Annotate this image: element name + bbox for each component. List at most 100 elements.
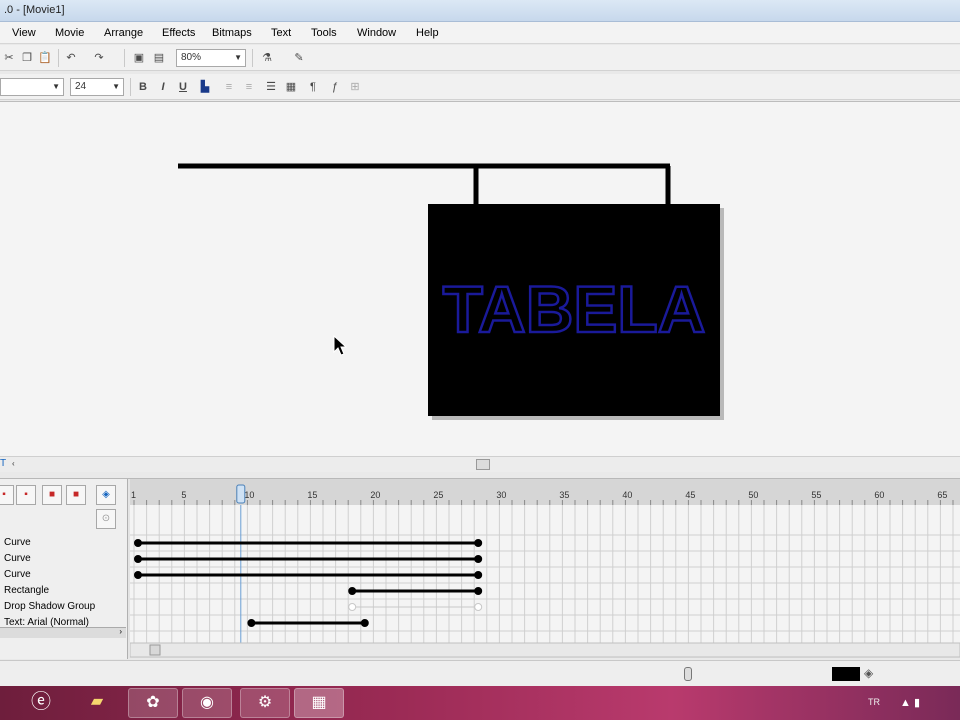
keyframe-start[interactable] [247, 619, 256, 627]
font-size-select[interactable]: 24 ▼ [70, 78, 124, 96]
layer-row[interactable]: Curve [0, 535, 128, 551]
align-left-icon[interactable]: ≡ [220, 78, 238, 96]
ruler-label: 10 [244, 490, 254, 500]
tray-icons[interactable]: ▲ ▮ [900, 696, 920, 709]
ruler-label: 30 [496, 490, 506, 500]
keyframe-start[interactable] [134, 539, 142, 547]
stage-canvas[interactable]: TABELA [0, 101, 960, 456]
text-color-icon[interactable]: ▙ [196, 78, 214, 96]
justify-icon[interactable]: ▦ [282, 78, 300, 96]
menu-effects[interactable]: Effects [162, 27, 195, 39]
paste-icon[interactable]: 📋 [36, 49, 54, 67]
menu-movie[interactable]: Movie [55, 27, 84, 39]
keyframe-end[interactable] [360, 619, 369, 627]
mouse-icon [684, 667, 692, 681]
export-icon[interactable]: ▤ [150, 49, 168, 67]
format-icon[interactable]: ƒ [326, 78, 344, 96]
menu-bitmaps[interactable]: Bitmaps [212, 27, 252, 39]
mouse-cursor-icon [333, 334, 348, 356]
redo-icon[interactable]: ↷ [90, 49, 108, 67]
cut-icon[interactable]: ✂ [0, 49, 18, 67]
tool-icon[interactable]: ✎ [290, 49, 308, 67]
ruler-label: 1 [131, 490, 136, 500]
menu-arrange[interactable]: Arrange [104, 27, 143, 39]
toolbar-separator [252, 49, 253, 67]
italic-button[interactable]: I [154, 78, 172, 96]
ruler-label: 50 [748, 490, 758, 500]
steam-icon[interactable]: ⚙ [240, 688, 290, 718]
menu-help[interactable]: Help [416, 27, 439, 39]
delete-layer-button[interactable]: ■ [66, 485, 86, 505]
playhead-handle[interactable] [236, 484, 246, 504]
chevron-left-icon[interactable]: ‹ [12, 459, 15, 468]
title-bar: .0 - [Movie1] [0, 0, 960, 22]
menu-window[interactable]: Window [357, 27, 396, 39]
chrome-icon[interactable]: ◉ [182, 688, 232, 718]
layer-options-button[interactable]: ⊙ [96, 509, 116, 529]
menu-bar: View Movie Arrange Effects Bitmaps Text … [0, 22, 960, 44]
ruler-label: 5 [181, 490, 186, 500]
keyframe-start[interactable] [348, 587, 357, 595]
timeline-panel: ▪ ▪ ■ ■ ◈ ⊙ Curve Curve Curve Rectangle … [0, 478, 960, 659]
list-icon[interactable]: ☰ [262, 78, 280, 96]
add-layer-button[interactable]: ■ [42, 485, 62, 505]
layer-list: ▪ ▪ ■ ■ ◈ ⊙ Curve Curve Curve Rectangle … [0, 479, 128, 659]
status-bar: ◈ [0, 660, 960, 686]
keyframe-end[interactable] [474, 603, 483, 611]
undo-icon[interactable]: ↶ [62, 49, 80, 67]
layer-properties-button[interactable]: ◈ [96, 485, 116, 505]
frame-area [130, 505, 960, 655]
toolbar-separator [58, 49, 59, 67]
keyframe-end[interactable] [474, 587, 483, 595]
layer-button[interactable]: ▪ [16, 485, 36, 505]
frame-scrollbar-thumb[interactable] [149, 644, 161, 656]
layer-name: Curve [4, 553, 31, 564]
ruler-label: 40 [622, 490, 632, 500]
keyframe-end[interactable] [474, 555, 483, 563]
horizontal-scrollbar-thumb[interactable] [476, 459, 490, 470]
frame-ruler[interactable] [130, 479, 960, 505]
font-name-select[interactable]: ▼ [0, 78, 64, 96]
ie-icon[interactable]: ⓔ [16, 688, 66, 718]
menu-text[interactable]: Text [271, 27, 291, 39]
language-indicator[interactable]: TR [868, 697, 880, 707]
swish-icon[interactable]: ▦ [294, 688, 344, 718]
keyframe-start[interactable] [134, 571, 142, 579]
layer-scrollbar[interactable]: › [0, 627, 126, 638]
copy-icon[interactable]: ❐ [18, 49, 36, 67]
layer-button[interactable]: ▪ [0, 485, 14, 505]
window-title: .0 - [Movie1] [4, 4, 65, 16]
bold-button[interactable]: B [134, 78, 152, 96]
paragraph-icon[interactable]: ¶ [304, 78, 322, 96]
layer-row[interactable]: Text: Arial (Normal) [0, 615, 128, 627]
layer-row[interactable]: Drop Shadow Group [0, 599, 128, 615]
ruler-label: 20 [370, 490, 380, 500]
menu-tools[interactable]: Tools [311, 27, 337, 39]
color-swatch[interactable] [832, 667, 860, 681]
layer-row[interactable]: Curve [0, 551, 128, 567]
layer-row[interactable]: Rectangle [0, 583, 128, 599]
folder-icon[interactable]: ▰ [72, 688, 122, 718]
keyframe-end[interactable] [474, 539, 483, 547]
zoom-select[interactable]: 80% ▼ [176, 49, 246, 67]
wizard-icon[interactable]: ⚗ [258, 49, 276, 67]
keyframe-start[interactable] [348, 603, 357, 611]
align-right-icon[interactable]: ≡ [240, 78, 258, 96]
app-icon[interactable]: ✿ [128, 688, 178, 718]
frame-scrollbar[interactable] [130, 642, 960, 658]
spacing-icon[interactable]: ⊞ [346, 78, 364, 96]
chevron-right-icon[interactable]: › [119, 627, 122, 636]
import-icon[interactable]: ▣ [130, 49, 148, 67]
chevron-down-icon: ▼ [52, 82, 60, 91]
layer-name: Curve [4, 569, 31, 580]
keyframe-start[interactable] [134, 555, 142, 563]
layer-name: Drop Shadow Group [4, 601, 96, 612]
menu-view[interactable]: View [12, 27, 36, 39]
fill-icon[interactable]: ◈ [864, 666, 873, 680]
underline-button[interactable]: U [174, 78, 192, 96]
keyframe-end[interactable] [474, 571, 483, 579]
layer-row[interactable]: Curve [0, 567, 128, 583]
sign-text[interactable]: TABELA [441, 271, 706, 348]
ruler-label: 60 [874, 490, 884, 500]
frame-grid[interactable]: 1 5 10 15 20 25 30 35 40 45 50 55 60 65 [130, 479, 960, 659]
